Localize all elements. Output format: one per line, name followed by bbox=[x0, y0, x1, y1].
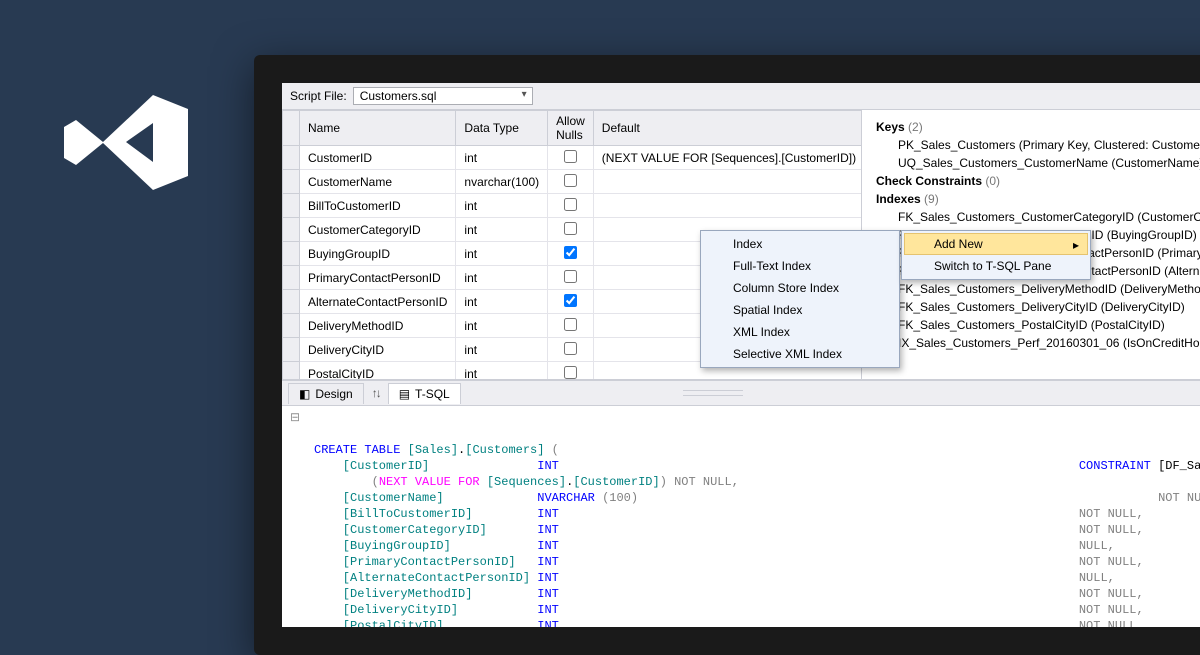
cell-type[interactable]: int bbox=[456, 146, 548, 170]
tab-design[interactable]: ◧ Design bbox=[288, 383, 364, 404]
cell-type[interactable]: int bbox=[456, 218, 548, 242]
allow-nulls-checkbox[interactable] bbox=[564, 318, 577, 331]
list-item[interactable]: PK_Sales_Customers (Primary Key, Cluster… bbox=[876, 136, 1200, 154]
cell-allow-nulls[interactable] bbox=[548, 194, 594, 218]
list-item[interactable]: FK_Sales_Customers_DeliveryCityID (Deliv… bbox=[876, 298, 1200, 316]
cell-name[interactable]: BillToCustomerID bbox=[300, 194, 456, 218]
swap-arrows-icon[interactable]: ↑↓ bbox=[366, 386, 386, 400]
row-header[interactable] bbox=[283, 194, 300, 218]
row-header[interactable] bbox=[283, 218, 300, 242]
menu-item-spatial[interactable]: Spatial Index bbox=[703, 299, 897, 321]
list-item[interactable]: FK_Sales_Customers_CustomerCategoryID (C… bbox=[876, 208, 1200, 226]
allow-nulls-checkbox[interactable] bbox=[564, 246, 577, 259]
context-menu-indexes: Add New ▸ Switch to T-SQL Pane bbox=[901, 230, 1091, 280]
cell-allow-nulls[interactable] bbox=[548, 338, 594, 362]
cell-name[interactable]: DeliveryMethodID bbox=[300, 314, 456, 338]
row-header[interactable] bbox=[283, 170, 300, 194]
column-header-nulls[interactable]: Allow Nulls bbox=[548, 111, 594, 146]
cell-allow-nulls[interactable] bbox=[548, 242, 594, 266]
cell-allow-nulls[interactable] bbox=[548, 290, 594, 314]
context-menu-index-types: Index Full-Text Index Column Store Index… bbox=[700, 230, 900, 368]
cell-name[interactable]: AlternateContactPersonID bbox=[300, 290, 456, 314]
pane-tabbar: ◧ Design ↑↓ ▤ T-SQL bbox=[282, 380, 1200, 406]
cell-name[interactable]: CustomerID bbox=[300, 146, 456, 170]
cell-type[interactable]: int bbox=[456, 242, 548, 266]
cell-default[interactable] bbox=[593, 194, 862, 218]
allow-nulls-checkbox[interactable] bbox=[564, 174, 577, 187]
cell-name[interactable]: CustomerCategoryID bbox=[300, 218, 456, 242]
keys-section-label[interactable]: Keys bbox=[876, 120, 905, 134]
cell-allow-nulls[interactable] bbox=[548, 362, 594, 380]
cell-name[interactable]: BuyingGroupID bbox=[300, 242, 456, 266]
row-header[interactable] bbox=[283, 266, 300, 290]
visual-studio-logo-icon bbox=[58, 95, 188, 193]
cell-type[interactable]: int bbox=[456, 338, 548, 362]
list-item[interactable]: UQ_Sales_Customers_CustomerName (Custome… bbox=[876, 154, 1200, 172]
chevron-right-icon: ▸ bbox=[1073, 238, 1079, 252]
column-header-type[interactable]: Data Type bbox=[456, 111, 548, 146]
script-toolbar: Script File: Customers.sql bbox=[282, 83, 1200, 110]
menu-item-add-new[interactable]: Add New ▸ bbox=[904, 233, 1088, 255]
table-row[interactable]: CustomerNamenvarchar(100) bbox=[283, 170, 863, 194]
cell-type[interactable]: int bbox=[456, 314, 548, 338]
allow-nulls-checkbox[interactable] bbox=[564, 150, 577, 163]
allow-nulls-checkbox[interactable] bbox=[564, 366, 577, 379]
table-row[interactable]: CustomerIDint (NEXT VALUE FOR [Sequences]… bbox=[283, 146, 863, 170]
allow-nulls-checkbox[interactable] bbox=[564, 270, 577, 283]
menu-item-fulltext[interactable]: Full-Text Index bbox=[703, 255, 897, 277]
tsql-editor[interactable]: ⊟ CREATE TABLE [Sales].[Customers] ( [Cu… bbox=[282, 406, 1200, 627]
cell-allow-nulls[interactable] bbox=[548, 266, 594, 290]
cell-name[interactable]: CustomerName bbox=[300, 170, 456, 194]
cell-default[interactable]: (NEXT VALUE FOR [Sequences].[CustomerID]… bbox=[593, 146, 862, 170]
cell-type[interactable]: int bbox=[456, 266, 548, 290]
row-header[interactable] bbox=[283, 146, 300, 170]
indexes-section-label[interactable]: Indexes bbox=[876, 192, 921, 206]
column-header-default[interactable]: Default bbox=[593, 111, 862, 146]
cell-type[interactable]: int bbox=[456, 362, 548, 380]
menu-item-xml[interactable]: XML Index bbox=[703, 321, 897, 343]
check-section-label[interactable]: Check Constraints bbox=[876, 174, 982, 188]
menu-item-switch-tsql[interactable]: Switch to T-SQL Pane bbox=[904, 255, 1088, 277]
cell-name[interactable]: DeliveryCityID bbox=[300, 338, 456, 362]
row-header[interactable] bbox=[283, 290, 300, 314]
row-header-selector[interactable] bbox=[283, 111, 300, 146]
menu-item-selective-xml[interactable]: Selective XML Index bbox=[703, 343, 897, 365]
tab-tsql[interactable]: ▤ T-SQL bbox=[388, 383, 461, 404]
table-row[interactable]: BillToCustomerIDint bbox=[283, 194, 863, 218]
cell-allow-nulls[interactable] bbox=[548, 314, 594, 338]
allow-nulls-checkbox[interactable] bbox=[564, 342, 577, 355]
menu-item-index[interactable]: Index bbox=[703, 233, 897, 255]
list-item[interactable]: IX_Sales_Customers_Perf_20160301_06 (IsO… bbox=[876, 334, 1200, 352]
allow-nulls-checkbox[interactable] bbox=[564, 198, 577, 211]
cell-type[interactable]: nvarchar(100) bbox=[456, 170, 548, 194]
allow-nulls-checkbox[interactable] bbox=[564, 294, 577, 307]
row-header[interactable] bbox=[283, 338, 300, 362]
cell-type[interactable]: int bbox=[456, 194, 548, 218]
cell-type[interactable]: int bbox=[456, 290, 548, 314]
menu-item-columnstore[interactable]: Column Store Index bbox=[703, 277, 897, 299]
row-header[interactable] bbox=[283, 314, 300, 338]
cell-name[interactable]: PrimaryContactPersonID bbox=[300, 266, 456, 290]
design-icon: ◧ bbox=[299, 387, 310, 401]
cell-name[interactable]: PostalCityID bbox=[300, 362, 456, 380]
outline-gutter-icon: ⊟ bbox=[290, 410, 300, 426]
column-header-name[interactable]: Name bbox=[300, 111, 456, 146]
sql-icon: ▤ bbox=[399, 387, 410, 401]
row-header[interactable] bbox=[283, 362, 300, 380]
splitter-grip[interactable] bbox=[683, 390, 743, 396]
cell-default[interactable] bbox=[593, 170, 862, 194]
script-file-combo[interactable]: Customers.sql bbox=[353, 87, 533, 105]
cell-allow-nulls[interactable] bbox=[548, 218, 594, 242]
script-file-label: Script File: bbox=[290, 89, 347, 103]
allow-nulls-checkbox[interactable] bbox=[564, 222, 577, 235]
cell-allow-nulls[interactable] bbox=[548, 146, 594, 170]
list-item[interactable]: FK_Sales_Customers_DeliveryMethodID (Del… bbox=[876, 280, 1200, 298]
row-header[interactable] bbox=[283, 242, 300, 266]
cell-allow-nulls[interactable] bbox=[548, 170, 594, 194]
list-item[interactable]: FK_Sales_Customers_PostalCityID (PostalC… bbox=[876, 316, 1200, 334]
